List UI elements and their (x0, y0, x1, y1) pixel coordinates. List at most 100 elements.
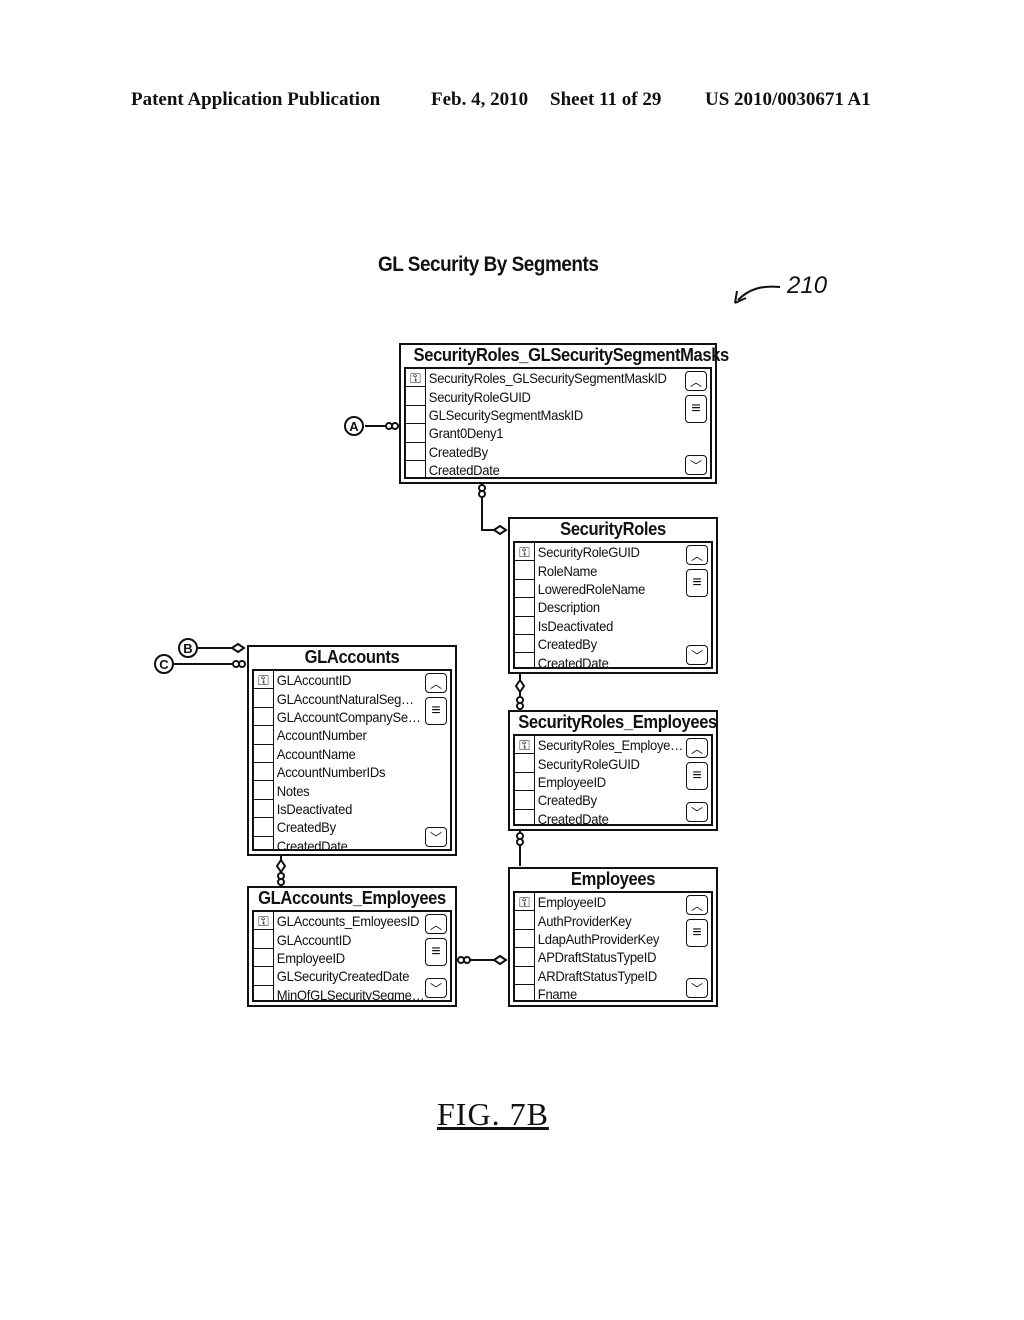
field[interactable]: Grant0Deny1 (426, 425, 504, 441)
scroll-thumb-icon[interactable]: ≡ (425, 697, 447, 725)
scroll-up-icon[interactable]: ︿ (685, 371, 707, 391)
field-selector[interactable] (406, 442, 426, 461)
field-selector[interactable] (515, 984, 535, 1000)
field[interactable]: AccountName (274, 746, 356, 762)
field-selector[interactable] (406, 460, 426, 477)
field-selector[interactable] (515, 948, 535, 967)
field-selector[interactable] (515, 772, 535, 792)
table-glaccounts[interactable]: GLAccounts ⚿ GLAccountID GLAccountNatural… (247, 645, 457, 856)
scroll-down-icon[interactable]: ﹀ (686, 645, 708, 665)
field[interactable]: Fname (535, 986, 577, 1000)
field[interactable]: GLAccounts_EmloyeesID (274, 913, 420, 929)
field-selector[interactable] (515, 791, 535, 810)
field[interactable]: LoweredRoleName (535, 581, 646, 597)
field[interactable]: SecurityRoleGUID (535, 544, 640, 560)
field[interactable]: Notes (274, 783, 310, 799)
field-selector[interactable] (254, 967, 274, 986)
scroll-up-icon[interactable]: ︿ (425, 673, 447, 693)
field-selector[interactable] (515, 754, 535, 773)
field-selector[interactable] (254, 818, 274, 837)
field[interactable]: GLAccountID (274, 672, 352, 688)
scroll-down-icon[interactable]: ﹀ (685, 455, 707, 475)
field-selector[interactable] (254, 799, 274, 819)
field-selector[interactable] (515, 911, 535, 930)
field[interactable]: LdapAuthProviderKey (535, 931, 660, 947)
scroll-down-icon[interactable]: ﹀ (686, 978, 708, 998)
field[interactable]: GLSecurityCreatedDate (274, 968, 410, 984)
field[interactable]: GLAccountCompanySe… (274, 709, 421, 725)
field-selector[interactable] (515, 929, 535, 949)
scroll-down-icon[interactable]: ﹀ (425, 978, 447, 998)
table-name: SecurityRoles_Employees (518, 712, 717, 732)
field-selector[interactable] (254, 726, 274, 745)
scroll-up-icon[interactable]: ︿ (686, 895, 708, 915)
field[interactable]: MinOfGLSecuritySegme… (274, 987, 425, 1000)
field[interactable]: CreatedDate (426, 462, 500, 477)
field-selector[interactable] (254, 948, 274, 968)
scroll-thumb-icon[interactable]: ≡ (686, 569, 708, 597)
field-selector[interactable] (515, 809, 535, 824)
field-selector[interactable] (515, 634, 535, 654)
connector-b: B (178, 638, 198, 658)
field-selector[interactable] (254, 689, 274, 708)
field-selector[interactable] (254, 781, 274, 800)
scroll-up-icon[interactable]: ︿ (686, 545, 708, 565)
field[interactable]: GLAccountID (274, 932, 352, 948)
field[interactable]: CreatedDate (274, 838, 348, 849)
field[interactable]: CreatedBy (426, 444, 488, 460)
field[interactable]: IsDeactivated (274, 801, 353, 817)
field-selector[interactable] (515, 579, 535, 599)
field-selector[interactable] (406, 405, 426, 425)
field[interactable]: EmployeeID (535, 894, 606, 910)
field[interactable]: AccountNumberIDs (274, 764, 386, 780)
field-selector[interactable] (406, 424, 426, 443)
field[interactable]: APDraftStatusTypeID (535, 949, 657, 965)
table-securityroles-employees[interactable]: SecurityRoles_Employees ⚿ SecurityRoles_E… (508, 710, 718, 831)
field[interactable]: RoleName (535, 563, 598, 579)
field[interactable]: CreatedBy (274, 819, 336, 835)
scroll-down-icon[interactable]: ﹀ (425, 827, 447, 847)
scroll-up-icon[interactable]: ︿ (686, 738, 708, 758)
field[interactable]: IsDeactivated (535, 618, 614, 634)
table-name: SecurityRoles (560, 519, 666, 539)
table-securityroles-glsecuritysegmentmasks[interactable]: SecurityRoles_GLSecuritySegmentMasks ⚿ Se… (399, 343, 729, 484)
field[interactable]: AuthProviderKey (535, 913, 632, 929)
field[interactable]: ARDraftStatusTypeID (535, 968, 657, 984)
field[interactable]: CreatedBy (535, 792, 597, 808)
field-selector[interactable] (254, 744, 274, 763)
field[interactable]: Description (535, 599, 600, 615)
primary-key-icon: ⚿ (515, 736, 535, 755)
scroll-thumb-icon[interactable]: ≡ (686, 919, 708, 947)
field-selector[interactable] (254, 762, 274, 782)
field-selector[interactable] (515, 616, 535, 635)
field-selector[interactable] (515, 598, 535, 617)
field[interactable]: SecurityRoles_Employe… (535, 737, 683, 753)
scroll-thumb-icon[interactable]: ≡ (425, 938, 447, 966)
field-selector[interactable] (515, 966, 535, 985)
field[interactable]: AccountNumber (274, 727, 367, 743)
table-glaccounts-employees[interactable]: GLAccounts_Employees ⚿ GLAccounts_Emloyee… (247, 886, 457, 1007)
field-selector[interactable] (406, 387, 426, 406)
field[interactable]: GLAccountNaturalSeg… (274, 691, 414, 707)
field-selector[interactable] (254, 836, 274, 849)
field-selector[interactable] (254, 930, 274, 949)
field[interactable]: SecurityRoleGUID (426, 389, 531, 405)
field[interactable]: GLSecuritySegmentMaskID (426, 407, 584, 423)
scroll-thumb-icon[interactable]: ≡ (686, 762, 708, 790)
field[interactable]: EmployeeID (535, 774, 606, 790)
field-selector[interactable] (515, 653, 535, 667)
field[interactable]: SecurityRoleGUID (535, 756, 640, 772)
field-selector[interactable] (515, 561, 535, 580)
field[interactable]: CreatedDate (535, 655, 609, 667)
scroll-thumb-icon[interactable]: ≡ (685, 395, 707, 423)
table-securityroles[interactable]: SecurityRoles ⚿ SecurityRoleGUID RoleName… (508, 517, 718, 674)
scroll-up-icon[interactable]: ︿ (425, 914, 447, 934)
field[interactable]: SecurityRoles_GLSecuritySegmentMaskID (426, 370, 667, 386)
field-selector[interactable] (254, 985, 274, 1000)
field-selector[interactable] (254, 707, 274, 727)
field[interactable]: EmployeeID (274, 950, 345, 966)
scroll-down-icon[interactable]: ﹀ (686, 802, 708, 822)
field[interactable]: CreatedDate (535, 811, 609, 824)
table-employees[interactable]: Employees ⚿ EmployeeID AuthProviderKey Ld… (508, 867, 718, 1007)
field[interactable]: CreatedBy (535, 636, 597, 652)
